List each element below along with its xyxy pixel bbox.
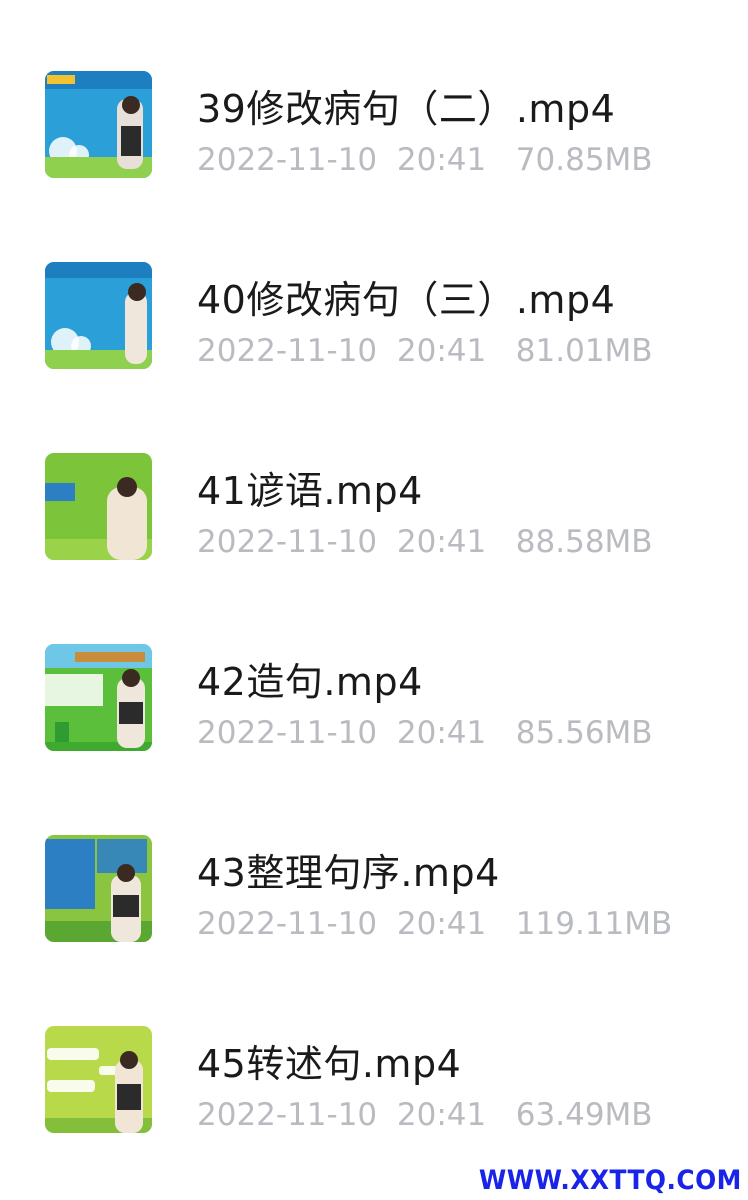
file-name: 43整理句序.mp4 — [197, 851, 500, 895]
file-meta: 2022-11-10 20:41 63.49MB — [197, 1097, 653, 1133]
video-thumbnail[interactable] — [45, 262, 152, 369]
file-time: 20:41 — [396, 906, 487, 942]
file-size: 119.11MB — [515, 906, 673, 942]
file-time: 20:41 — [396, 333, 487, 369]
file-date: 2022-11-10 — [197, 715, 378, 751]
file-name: 41谚语.mp4 — [197, 469, 423, 513]
video-thumbnail[interactable] — [45, 453, 152, 560]
file-time: 20:41 — [396, 1097, 487, 1133]
file-size: 88.58MB — [515, 524, 653, 560]
file-date: 2022-11-10 — [197, 524, 378, 560]
file-size: 63.49MB — [515, 1097, 653, 1133]
video-thumbnail[interactable] — [45, 644, 152, 751]
file-name: 40修改病句（三）.mp4 — [197, 278, 616, 322]
file-name: 42造句.mp4 — [197, 660, 423, 704]
file-date: 2022-11-10 — [197, 333, 378, 369]
file-item[interactable]: 40修改病句（三）.mp4 2022-11-10 20:41 81.01MB — [0, 236, 748, 396]
file-item[interactable]: 39修改病句（二）.mp4 2022-11-10 20:41 70.85MB — [0, 45, 748, 205]
file-item[interactable]: 41谚语.mp4 2022-11-10 20:41 88.58MB — [0, 427, 748, 587]
file-meta: 2022-11-10 20:41 70.85MB — [197, 142, 653, 178]
file-name: 45转述句.mp4 — [197, 1042, 462, 1086]
file-size: 81.01MB — [515, 333, 653, 369]
file-meta: 2022-11-10 20:41 85.56MB — [197, 715, 653, 751]
file-time: 20:41 — [396, 715, 487, 751]
file-size: 70.85MB — [515, 142, 653, 178]
file-item[interactable]: 42造句.mp4 2022-11-10 20:41 85.56MB — [0, 618, 748, 778]
file-list: 39修改病句（二）.mp4 2022-11-10 20:41 70.85MB 4… — [0, 0, 748, 1200]
file-meta: 2022-11-10 20:41 81.01MB — [197, 333, 653, 369]
file-date: 2022-11-10 — [197, 142, 378, 178]
file-time: 20:41 — [396, 142, 487, 178]
file-time: 20:41 — [396, 524, 487, 560]
file-meta: 2022-11-10 20:41 88.58MB — [197, 524, 653, 560]
video-thumbnail[interactable] — [45, 835, 152, 942]
video-thumbnail[interactable] — [45, 71, 152, 178]
file-date: 2022-11-10 — [197, 1097, 378, 1133]
file-size: 85.56MB — [515, 715, 653, 751]
watermark: WWW.XXTTQ.COM — [479, 1165, 742, 1196]
file-date: 2022-11-10 — [197, 906, 378, 942]
file-item[interactable]: 45转述句.mp4 2022-11-10 20:41 63.49MB — [0, 1000, 748, 1160]
file-name: 39修改病句（二）.mp4 — [197, 87, 616, 131]
video-thumbnail[interactable] — [45, 1026, 152, 1133]
file-meta: 2022-11-10 20:41 119.11MB — [197, 906, 672, 942]
file-item[interactable]: 43整理句序.mp4 2022-11-10 20:41 119.11MB — [0, 809, 748, 969]
